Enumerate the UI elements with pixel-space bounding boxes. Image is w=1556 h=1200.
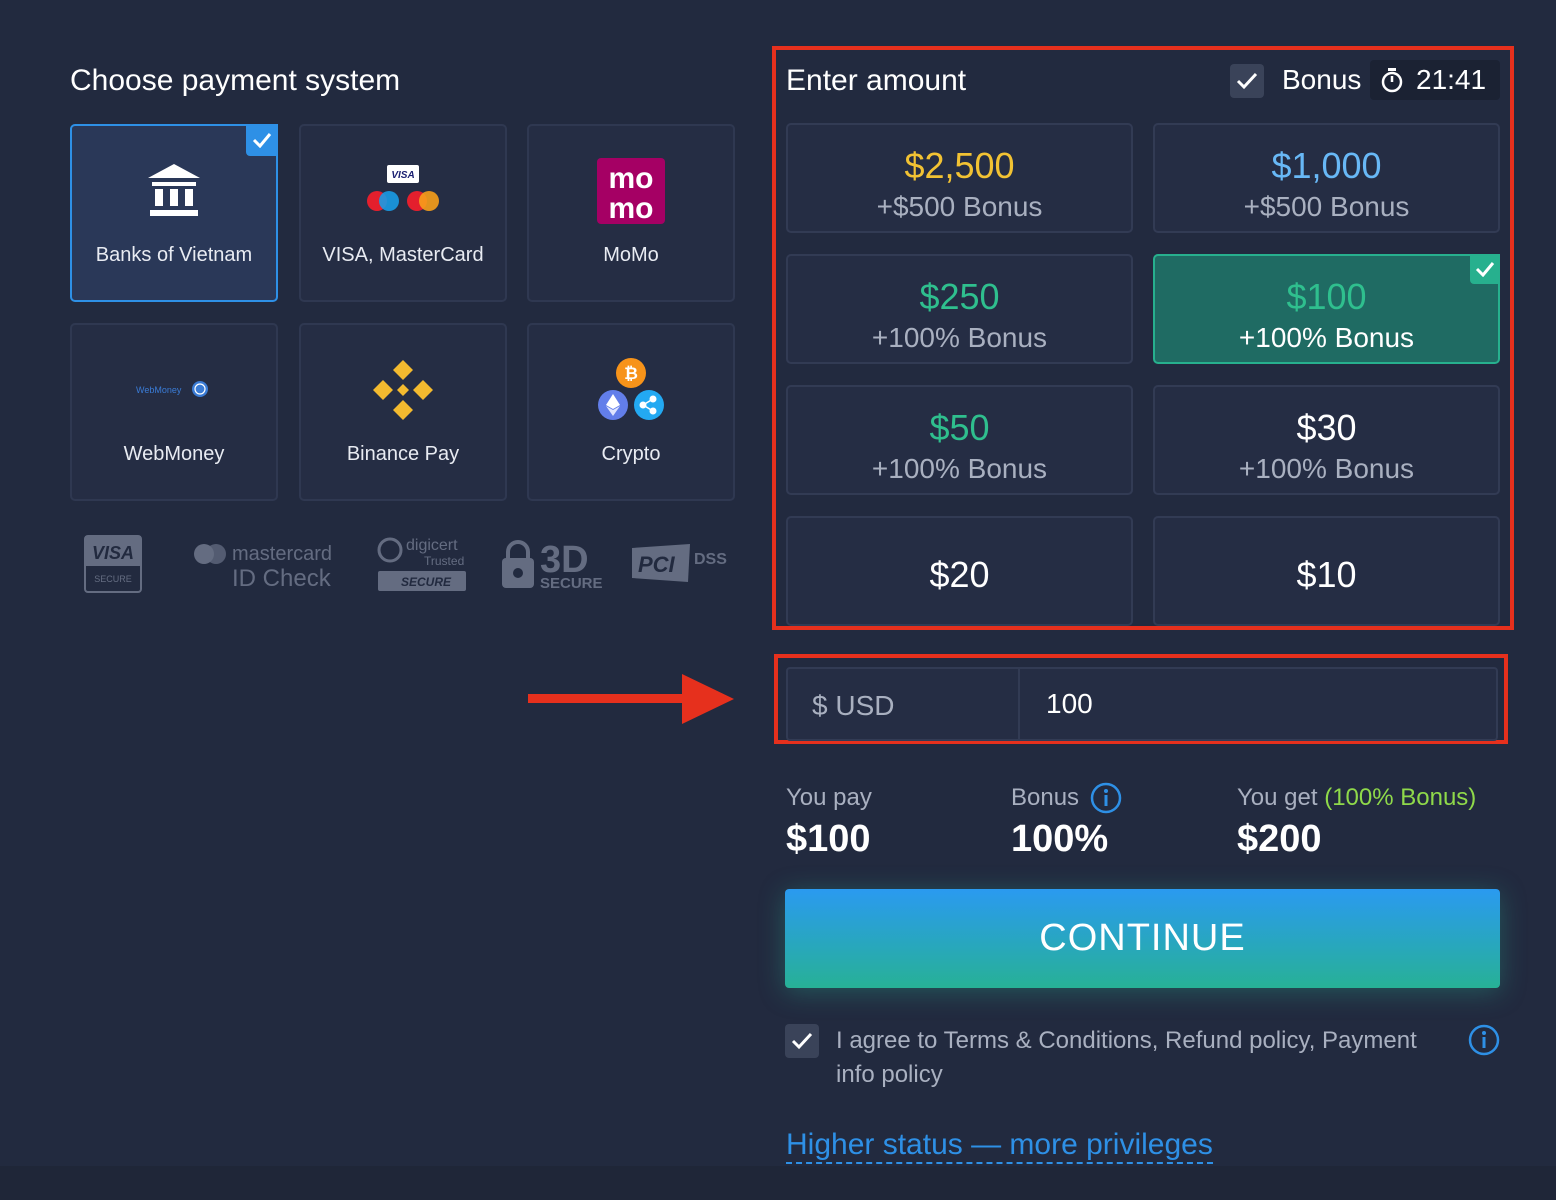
svg-text:SECURE: SECURE <box>540 575 603 592</box>
bonus-timer: 21:41 <box>1370 60 1500 100</box>
amount-option-20[interactable]: $20 <box>786 516 1133 626</box>
svg-text:VISA: VISA <box>92 543 134 563</box>
amount-option-1000[interactable]: $1,000 +$500 Bonus <box>1153 123 1500 233</box>
arrow-right-icon <box>528 674 734 724</box>
payment-method-crypto[interactable]: ₿ Crypto <box>527 323 735 501</box>
svg-text:digicert: digicert <box>406 537 458 554</box>
you-get-text: You get <box>1237 784 1318 811</box>
enter-amount-title: Enter amount <box>786 64 967 97</box>
agree-checkbox[interactable] <box>785 1024 819 1058</box>
svg-text:DSS: DSS <box>694 551 727 568</box>
bank-icon <box>72 158 276 224</box>
payment-method-label: Binance Pay <box>346 443 460 465</box>
binance-icon <box>301 357 505 423</box>
amount-input[interactable] <box>1022 669 1496 739</box>
visa-secure-badge: VISA SECURE <box>84 535 142 593</box>
mastercard-id-check-badge: mastercard ID Check <box>194 543 332 592</box>
amount-option-10[interactable]: $10 <box>1153 516 1500 626</box>
amount-value: $20 <box>929 554 990 595</box>
bottom-strip <box>0 1166 1556 1200</box>
amount-value: $30 <box>1296 407 1357 448</box>
currency-label: $ USD <box>788 669 1020 739</box>
svg-text:SECURE: SECURE <box>94 574 132 584</box>
crypto-icon: ₿ <box>529 357 733 423</box>
security-badges: VISA SECURE mastercard ID Check digicert… <box>80 530 740 600</box>
selected-check-icon <box>246 124 278 156</box>
timer-value: 21:41 <box>1416 64 1487 95</box>
payment-method-momo[interactable]: mo mo MoMo <box>527 124 735 302</box>
amount-option-100[interactable]: $100 +100% Bonus <box>1153 254 1500 364</box>
momo-logo-bottom: mo <box>609 192 654 224</box>
stopwatch-icon <box>1381 68 1403 93</box>
info-icon[interactable] <box>1468 1024 1500 1056</box>
visa-card-text: VISA <box>391 170 414 181</box>
selected-check-icon <box>1470 254 1500 284</box>
digicert-badge: digicert Trusted SECURE <box>377 537 466 591</box>
amount-input-group: $ USD <box>786 667 1498 741</box>
payment-method-label: Crypto <box>601 443 661 465</box>
amount-option-30[interactable]: $30 +100% Bonus <box>1153 385 1500 495</box>
amount-value: $100 <box>1286 276 1367 317</box>
momo-icon: mo mo <box>529 158 733 224</box>
visa-mastercard-icon: VISA <box>301 158 505 224</box>
3d-secure-badge: 3D SECURE <box>502 539 603 592</box>
amount-value: $10 <box>1296 554 1357 595</box>
amount-bonus: +100% Bonus <box>1238 322 1415 353</box>
svg-text:SECURE: SECURE <box>401 575 452 589</box>
payment-method-label: Banks of Vietnam <box>95 244 253 266</box>
check-icon <box>1236 72 1258 90</box>
amount-value: $1,000 <box>1271 145 1382 186</box>
webmoney-icon: WebMoney <box>72 357 276 423</box>
webmoney-logo-text: WebMoney <box>136 385 182 395</box>
svg-text:Trusted: Trusted <box>424 554 464 568</box>
amount-option-2500[interactable]: $2,500 +$500 Bonus <box>786 123 1133 233</box>
you-get-value: $200 <box>1237 818 1322 860</box>
amount-bonus: +$500 Bonus <box>1243 191 1410 222</box>
payment-method-banks-of-vietnam[interactable]: Banks of Vietnam <box>70 124 278 302</box>
pci-dss-badge: PCI DSS <box>632 544 727 582</box>
you-get-label: You get (100% Bonus) <box>1237 784 1476 812</box>
payment-method-label: MoMo <box>603 244 659 266</box>
momo-logo-top: mo <box>609 162 654 195</box>
you-pay-value: $100 <box>786 818 871 860</box>
higher-status-link[interactable]: Higher status — more privileges <box>786 1128 1213 1164</box>
payment-method-binance-pay[interactable]: Binance Pay <box>299 323 507 501</box>
payment-method-label: VISA, MasterCard <box>322 244 484 266</box>
svg-text:ID Check: ID Check <box>232 565 332 592</box>
check-icon <box>791 1032 813 1050</box>
svg-text:PCI: PCI <box>638 552 676 577</box>
bitcoin-symbol: ₿ <box>624 364 638 384</box>
you-pay-label: You pay <box>786 784 872 811</box>
amount-value: $250 <box>919 276 1000 317</box>
payment-method-label: WebMoney <box>123 443 225 465</box>
amount-value: $2,500 <box>904 145 1015 186</box>
amount-value: $50 <box>929 407 990 448</box>
payment-method-visa-mastercard[interactable]: VISA VISA, MasterCard <box>299 124 507 302</box>
info-icon[interactable] <box>1090 782 1122 814</box>
payment-section-title: Choose payment system <box>70 64 401 97</box>
amount-bonus: +$500 Bonus <box>876 191 1043 222</box>
amount-bonus: +100% Bonus <box>871 322 1048 353</box>
bonus-summary-label: Bonus <box>1011 784 1080 811</box>
amount-bonus: +100% Bonus <box>1238 453 1415 484</box>
you-get-bonus-text: (100% Bonus) <box>1324 784 1477 811</box>
continue-button[interactable]: CONTINUE <box>785 889 1500 988</box>
bonus-summary-value: 100% <box>1011 818 1109 860</box>
bonus-label: Bonus <box>1282 64 1362 95</box>
payment-method-webmoney[interactable]: WebMoney WebMoney <box>70 323 278 501</box>
amount-option-50[interactable]: $50 +100% Bonus <box>786 385 1133 495</box>
amount-option-250[interactable]: $250 +100% Bonus <box>786 254 1133 364</box>
amount-bonus: +100% Bonus <box>871 453 1048 484</box>
bonus-checkbox[interactable] <box>1230 64 1264 98</box>
svg-text:mastercard: mastercard <box>232 543 332 565</box>
agree-terms-text: I agree to Terms & Conditions, Refund po… <box>836 1027 1417 1088</box>
